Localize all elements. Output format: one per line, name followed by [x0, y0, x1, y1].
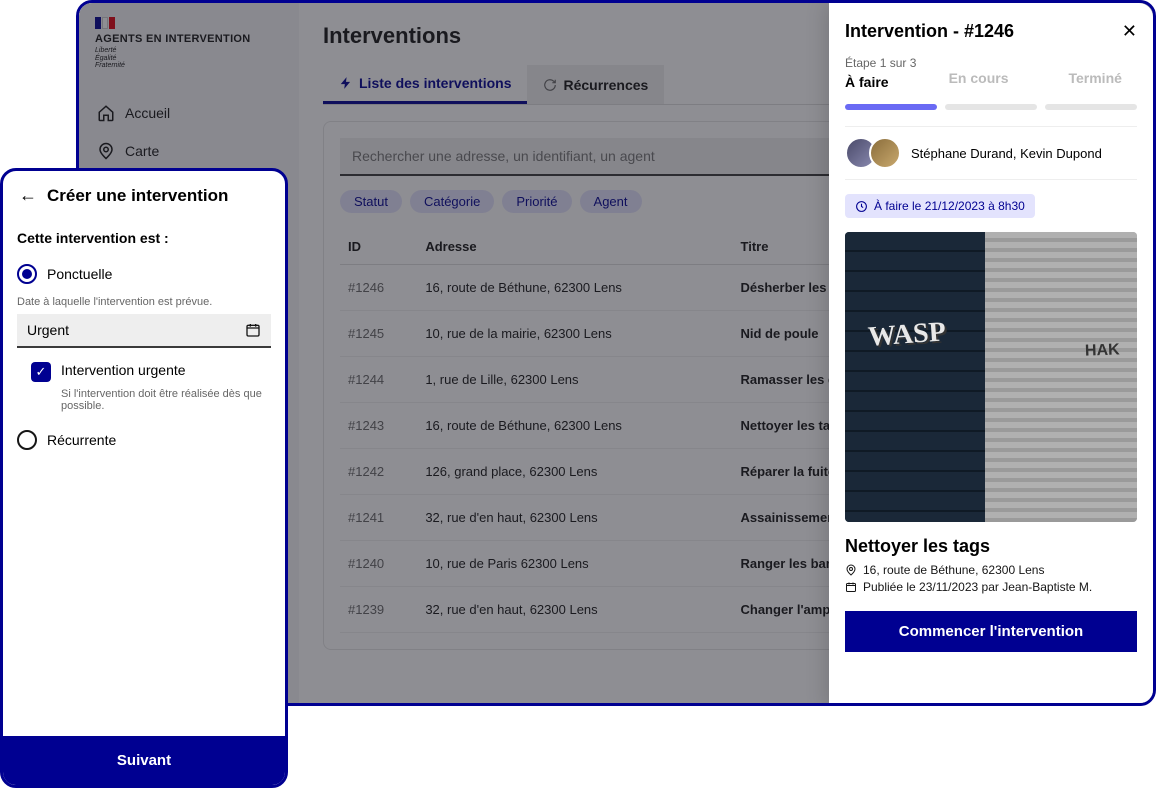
radio-icon [17, 264, 37, 284]
radio-icon [17, 430, 37, 450]
modal-title: Créer une intervention [47, 186, 228, 206]
agents-row: Stéphane Durand, Kevin Dupond [845, 126, 1137, 180]
cell-id: #1239 [340, 587, 417, 633]
hint-text: Date à laquelle l'intervention est prévu… [17, 296, 271, 308]
cell-adresse: 32, rue d'en haut, 62300 Lens [417, 587, 732, 633]
tab-label: Liste des interventions [359, 75, 511, 91]
nav-map[interactable]: Carte [79, 132, 299, 170]
radio-ponctuelle[interactable]: Ponctuelle [17, 256, 271, 292]
step-active: À faire [845, 74, 889, 90]
cell-adresse: 32, rue d'en haut, 62300 Lens [417, 495, 732, 541]
detail-panel: Intervention - #1246 ✕ Étape 1 sur 3 À f… [829, 3, 1153, 706]
cell-adresse: 16, route de Béthune, 62300 Lens [417, 403, 732, 449]
back-arrow-icon[interactable]: ← [19, 185, 37, 206]
due-text: À faire le 21/12/2023 à 8h30 [874, 199, 1025, 213]
task-published: Publiée le 23/11/2023 par Jean-Baptiste … [845, 580, 1137, 594]
logo-block: AGENTS EN INTERVENTION Liberté Égalité F… [79, 17, 299, 86]
nav-home[interactable]: Accueil [79, 94, 299, 132]
cell-id: #1244 [340, 357, 417, 403]
date-input[interactable]: Urgent [17, 314, 271, 348]
chip-statut[interactable]: Statut [340, 190, 402, 213]
cell-id: #1242 [340, 449, 417, 495]
brand-subtitle: Liberté Égalité Fraternité [95, 47, 283, 70]
start-intervention-button[interactable]: Commencer l'intervention [845, 611, 1137, 652]
task-address: 16, route de Béthune, 62300 Lens [845, 563, 1137, 577]
step-counter: Étape 1 sur 3 [845, 56, 1137, 70]
checkbox-hint: Si l'intervention doit être réalisée dès… [17, 388, 271, 412]
due-pill: À faire le 21/12/2023 à 8h30 [845, 194, 1035, 218]
chip-priorite[interactable]: Priorité [502, 190, 571, 213]
chip-agent[interactable]: Agent [580, 190, 642, 213]
urgent-checkbox-row[interactable]: ✓ Intervention urgente [17, 358, 271, 386]
tab-label: Récurrences [563, 77, 648, 93]
step-3: Terminé [1068, 70, 1121, 98]
col-adresse: Adresse [417, 229, 732, 265]
detail-title: Intervention - #1246 [845, 21, 1014, 42]
chip-categorie[interactable]: Catégorie [410, 190, 494, 213]
agents-names: Stéphane Durand, Kevin Dupond [911, 146, 1102, 161]
nav-label: Carte [125, 143, 159, 159]
cell-id: #1241 [340, 495, 417, 541]
clock-icon [855, 200, 868, 213]
cell-adresse: 10, rue de Paris 62300 Lens [417, 541, 732, 587]
cell-id: #1243 [340, 403, 417, 449]
section-label: Cette intervention est : [17, 230, 271, 246]
home-icon [97, 104, 115, 122]
map-pin-icon [97, 142, 115, 160]
cell-id: #1246 [340, 265, 417, 311]
progress-bar [845, 104, 1137, 110]
tab-list[interactable]: Liste des interventions [323, 65, 527, 104]
cell-id: #1240 [340, 541, 417, 587]
task-title: Nettoyer les tags [845, 536, 1137, 557]
refresh-icon [543, 78, 557, 92]
checkbox-icon: ✓ [31, 362, 51, 382]
avatar-stack [845, 137, 901, 169]
cell-adresse: 126, grand place, 62300 Lens [417, 449, 732, 495]
detail-image: WASP HAK [845, 232, 1137, 522]
nav-label: Accueil [125, 105, 170, 121]
radio-recurrente[interactable]: Récurrente [17, 422, 271, 458]
next-button[interactable]: Suivant [3, 736, 285, 785]
bolt-icon [339, 76, 353, 90]
calendar-icon [245, 322, 261, 338]
create-modal: ← Créer une intervention Cette intervent… [0, 168, 288, 788]
cell-adresse: 10, rue de la mairie, 62300 Lens [417, 311, 732, 357]
tab-recurrences[interactable]: Récurrences [527, 65, 664, 104]
calendar-icon [845, 581, 857, 593]
avatar [869, 137, 901, 169]
pin-icon [845, 564, 857, 576]
france-flag-icon [95, 17, 283, 29]
close-icon[interactable]: ✕ [1122, 21, 1137, 42]
cell-adresse: 16, route de Béthune, 62300 Lens [417, 265, 732, 311]
date-value: Urgent [27, 322, 69, 338]
cell-adresse: 1, rue de Lille, 62300 Lens [417, 357, 732, 403]
brand-title: AGENTS EN INTERVENTION [95, 33, 283, 45]
cell-id: #1245 [340, 311, 417, 357]
step-2: En cours [949, 70, 1009, 98]
col-id: ID [340, 229, 417, 265]
